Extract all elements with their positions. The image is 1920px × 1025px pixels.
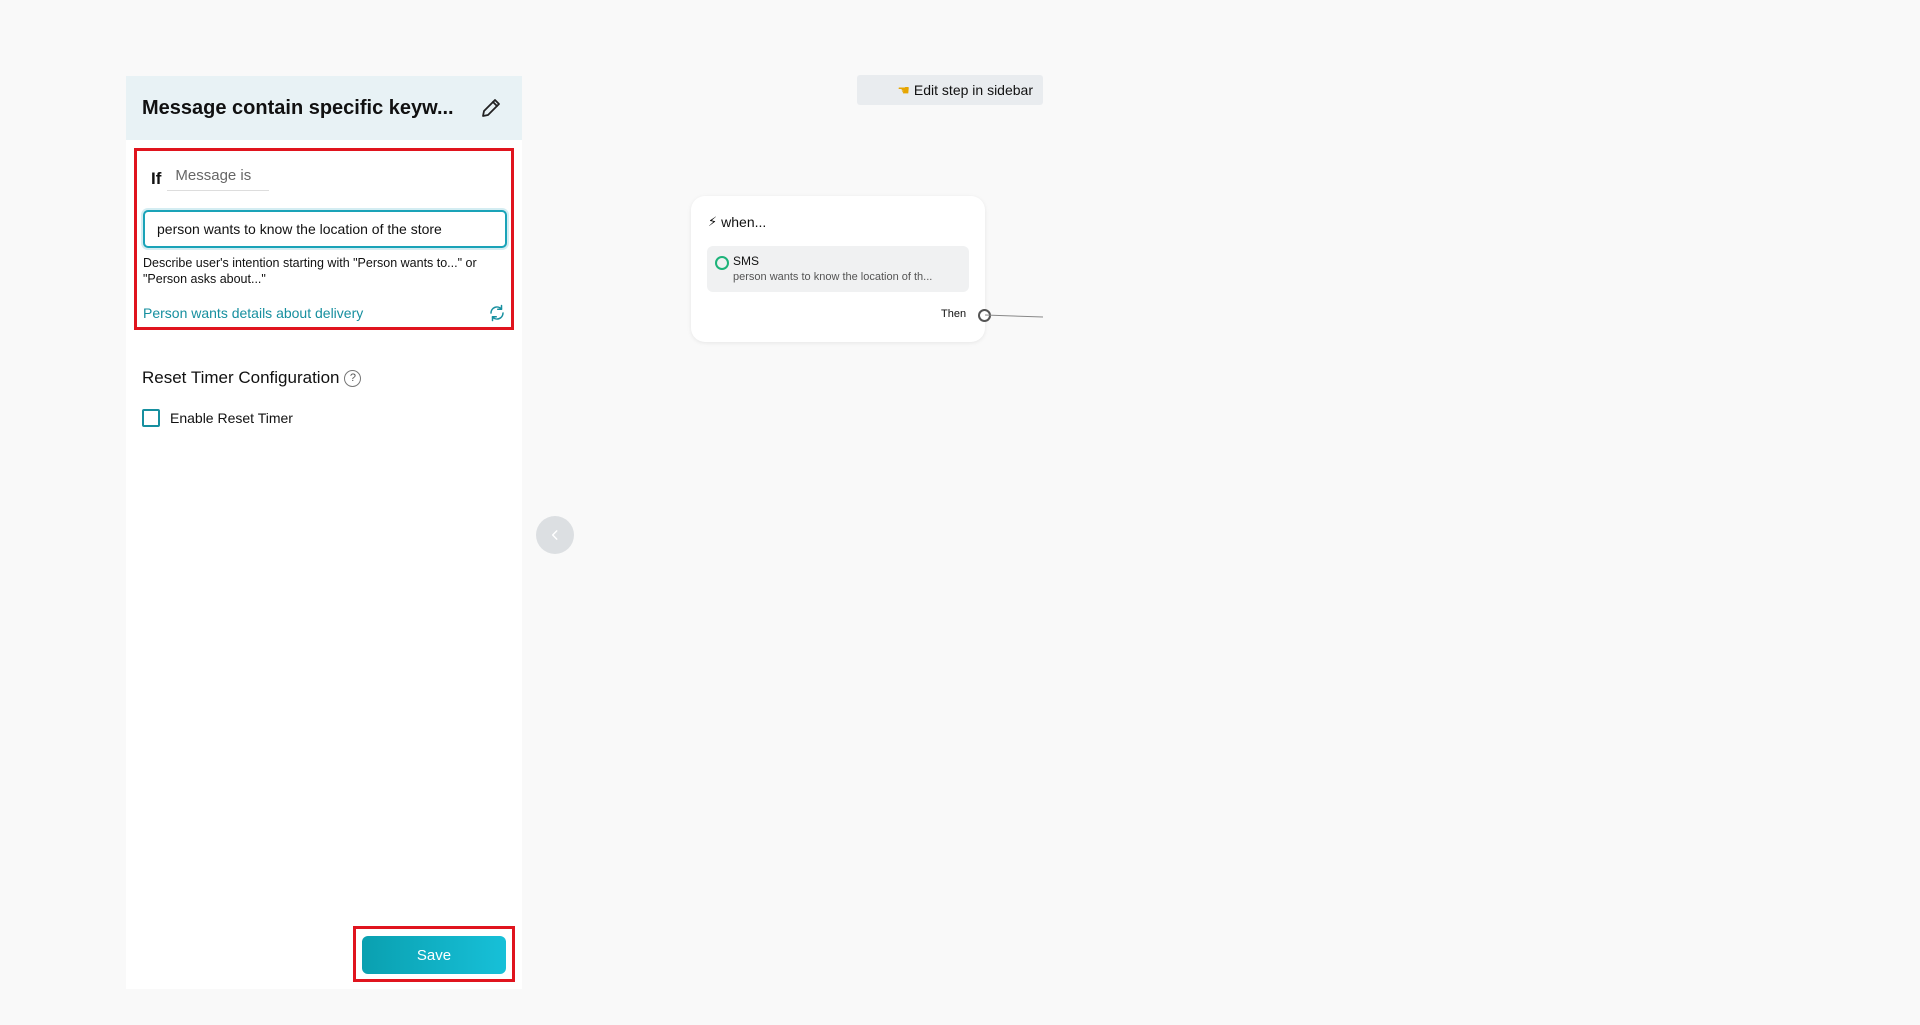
then-label: Then [941,308,967,320]
step-title: Message contain specific keyw... [142,96,454,119]
lightning-icon: ⚡ [708,214,718,229]
trigger-description: person wants to know the location of th.… [733,271,933,283]
if-label: If [151,169,162,188]
trigger-channel: SMS [733,254,760,268]
condition-type-select[interactable]: Message is [167,161,270,191]
enable-reset-timer-checkbox[interactable] [142,409,160,427]
trigger-node[interactable]: ⚡ when... SMS person wants to know the l… [691,196,991,342]
help-icon[interactable]: ? [344,369,362,387]
pencil-icon [482,99,500,117]
reset-timer-option: Enable Reset Timer [142,409,293,427]
reset-timer-heading: Reset Timer Configuration ? [142,368,362,388]
chevron-left-icon [551,530,558,540]
save-section: Save [353,926,515,982]
edit-step-hint: ☚ Edit step in sidebar [857,75,1043,105]
when-label: when... [721,214,767,230]
suggestion-row: Person wants details about delivery [143,303,507,323]
reset-timer-title: Reset Timer Configuration [142,368,340,387]
step-sidebar: Message contain specific keyw... If Mess… [126,76,522,989]
intention-hint: Describe user's intention starting with … [143,256,477,286]
intention-input[interactable] [143,210,507,248]
sms-icon [715,256,729,270]
connector-line [985,314,1044,318]
save-button[interactable]: Save [362,936,506,974]
collapse-sidebar-button[interactable] [536,516,574,554]
edit-title-button[interactable] [476,93,506,123]
node-when-header: ⚡ when... [708,214,766,230]
condition-section: If Message is Describe user's intention … [134,148,514,330]
if-row: If Message is [151,161,270,191]
enable-reset-timer-label[interactable]: Enable Reset Timer [170,410,293,426]
refresh-icon [490,304,504,322]
pointing-hand-icon: ☚ [897,81,910,98]
sidebar-header: Message contain specific keyw... [126,76,522,140]
sms-trigger-card[interactable]: SMS person wants to know the location of… [707,246,969,292]
edit-step-hint-text: Edit step in sidebar [913,82,1033,98]
refresh-suggestion-button[interactable] [487,303,507,323]
suggestion-link[interactable]: Person wants details about delivery [143,305,363,321]
